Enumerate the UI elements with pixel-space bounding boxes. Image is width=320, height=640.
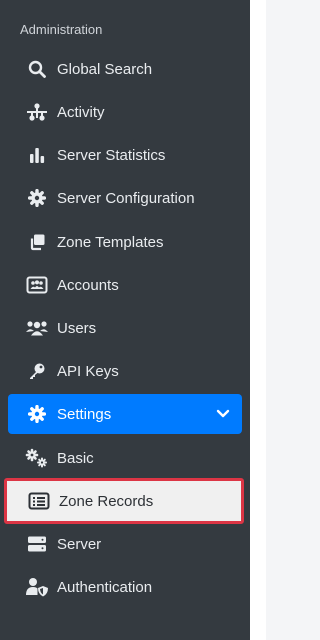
gears-icon [25, 448, 49, 468]
sidebar-item-label: Basic [57, 449, 94, 467]
gear-icon [25, 188, 49, 208]
sidebar-item-label: Zone Templates [57, 233, 164, 251]
sidebar-item-label: Server Configuration [57, 189, 195, 207]
sidebar-item-zone-templates[interactable]: Zone Templates [8, 222, 242, 262]
user-shield-icon [25, 577, 49, 597]
sidebar-item-label: Settings [57, 405, 112, 423]
address-card-icon [25, 275, 49, 295]
sidebar-item-api-keys[interactable]: API Keys [8, 351, 242, 391]
sidebar-item-label: Server [57, 535, 102, 553]
bar-chart-icon [25, 145, 49, 165]
sidebar-item-label: Activity [57, 103, 105, 121]
sidebar-item-accounts[interactable]: Accounts [8, 265, 242, 305]
sidebar-item-label: Users [57, 319, 97, 337]
list-icon [27, 491, 51, 511]
key-icon [25, 361, 49, 381]
sidebar-item-authentication[interactable]: Authentication [8, 567, 242, 607]
server-icon [25, 534, 49, 554]
gear-icon [25, 404, 49, 424]
activity-icon [25, 102, 49, 122]
section-title: Administration [20, 22, 103, 37]
chevron-down-icon[interactable] [216, 409, 230, 419]
admin-sidebar: Administration Global Search Activity Se… [0, 0, 250, 640]
main-content-area [266, 0, 281, 640]
search-icon [25, 59, 49, 79]
sidebar-item-label: Global Search [57, 60, 153, 78]
sidebar-item-activity[interactable]: Activity [8, 92, 242, 132]
copy-icon [25, 232, 49, 252]
sidebar-item-basic[interactable]: Basic [8, 438, 242, 478]
sidebar-item-label: Server Statistics [57, 146, 166, 164]
sidebar-item-label: Authentication [57, 578, 153, 596]
sidebar-item-server-statistics[interactable]: Server Statistics [8, 135, 242, 175]
sidebar-item-zone-records[interactable]: Zone Records [4, 478, 244, 524]
sidebar-item-label: Zone Records [59, 492, 154, 510]
sidebar-item-global-search[interactable]: Global Search [8, 49, 242, 89]
content-divider [250, 0, 266, 640]
sidebar-item-settings[interactable]: Settings [8, 394, 242, 434]
users-icon [25, 318, 49, 338]
sidebar-item-label: Accounts [57, 276, 119, 294]
sidebar-item-server[interactable]: Server [8, 524, 242, 564]
sidebar-item-label: API Keys [57, 362, 119, 380]
sidebar-item-users[interactable]: Users [8, 308, 242, 348]
sidebar-item-server-configuration[interactable]: Server Configuration [8, 178, 242, 218]
